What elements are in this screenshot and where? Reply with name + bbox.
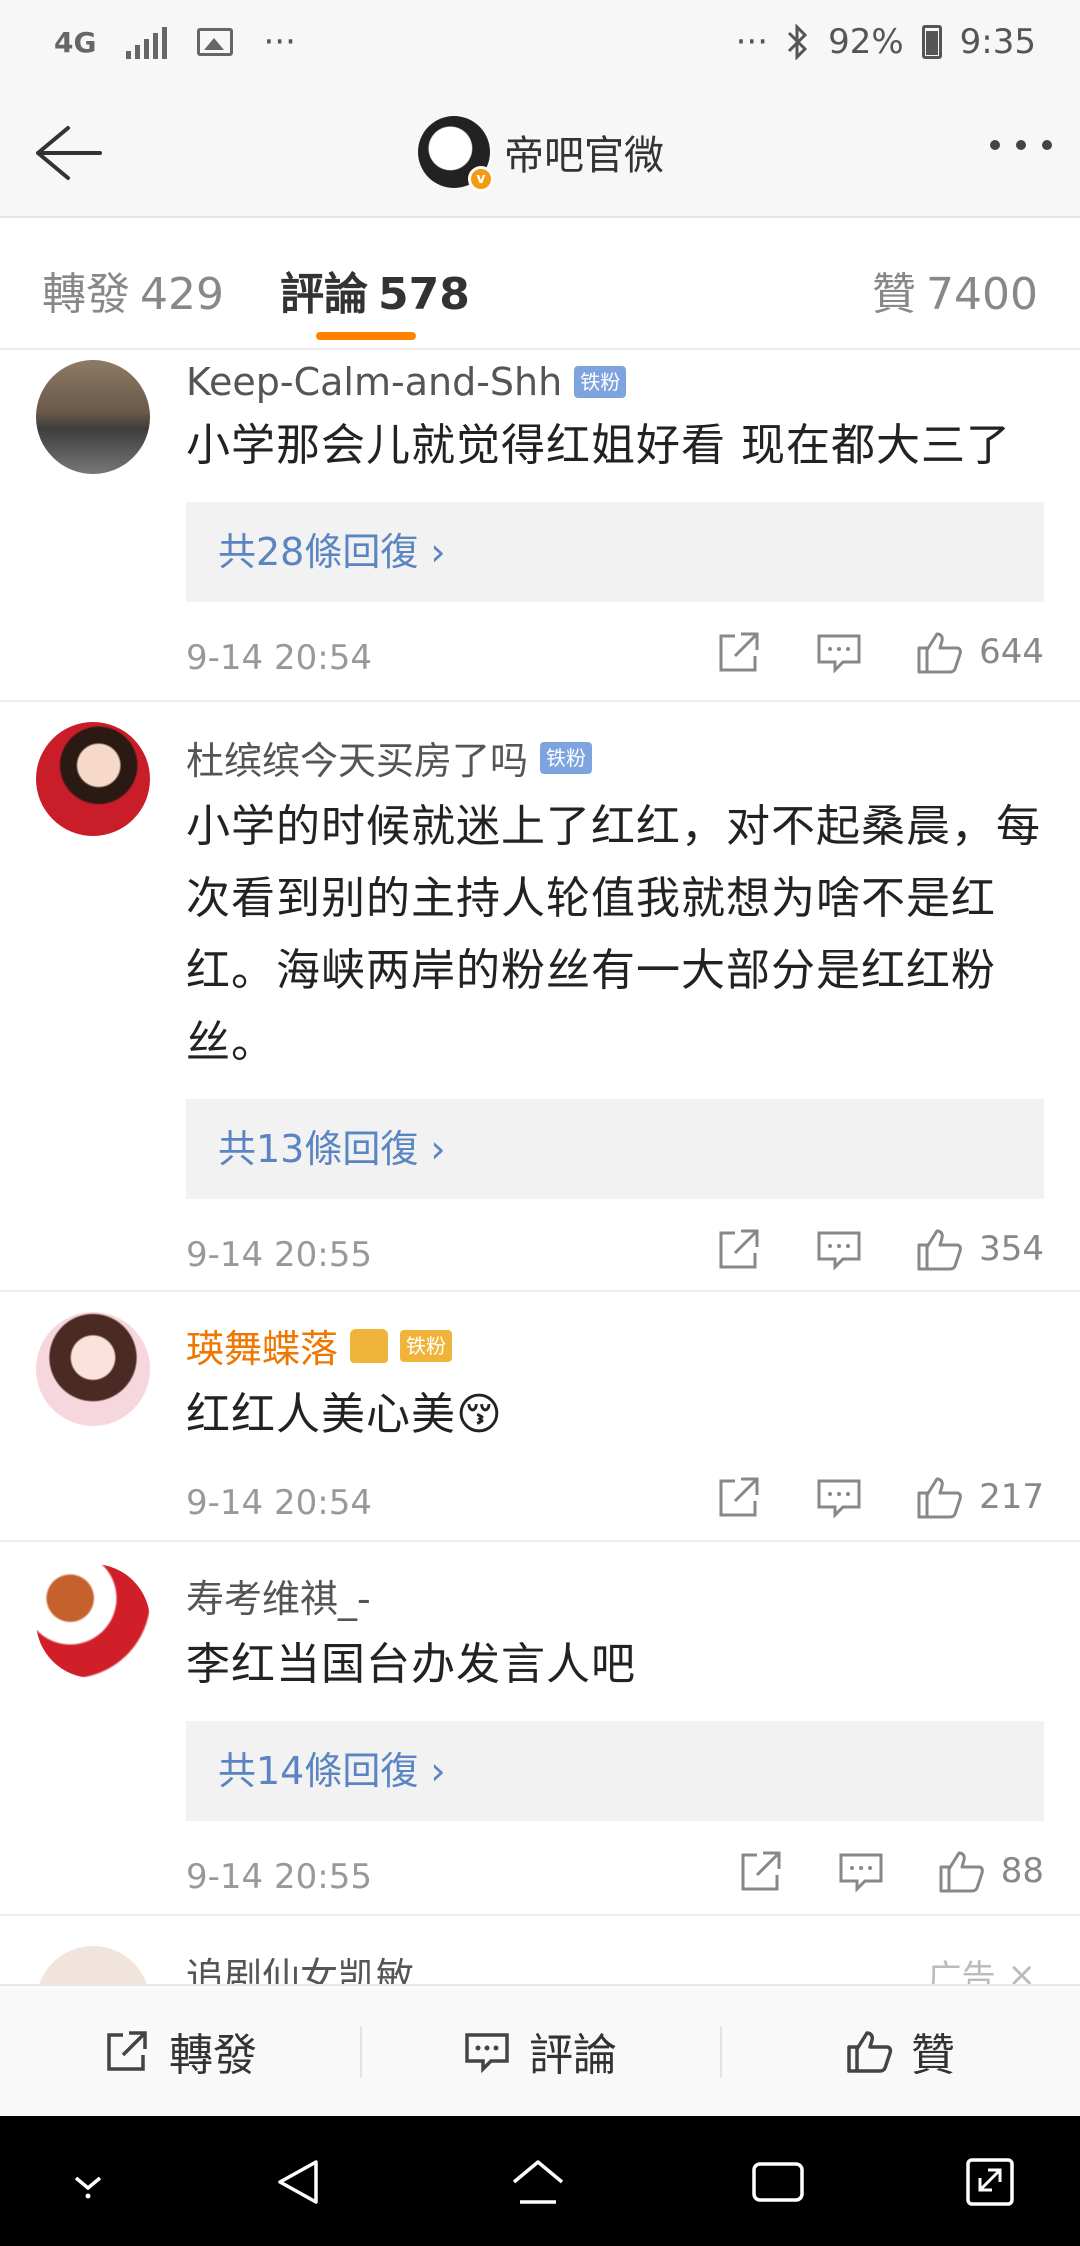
like-count: 354 <box>979 1229 1044 1269</box>
tab-bar: 轉發 429 評論 578 贊 7400 <box>0 220 1080 350</box>
repost-label: 轉發 <box>169 2030 257 2081</box>
tab-comments-count: 578 <box>378 269 470 320</box>
user-name[interactable]: 瑛舞蝶落 <box>186 1318 338 1373</box>
thumbs-up-icon <box>917 632 962 674</box>
thumbs-up-icon <box>917 1477 962 1519</box>
user-avatar[interactable] <box>36 722 150 836</box>
comment-text: 小学那会儿就觉得红姐好看 现在都大三了 <box>186 420 1011 471</box>
like-button[interactable]: 644 <box>915 628 1044 676</box>
tab-reposts-label: 轉發 <box>42 269 130 320</box>
comment-text: 小学的时候就迷上了红红，对不起桑晨，每次看到别的主持人轮值我就想为啥不是红红。海… <box>186 801 1041 1068</box>
nav-home-icon[interactable] <box>510 2156 566 2208</box>
back-arrow-icon[interactable] <box>28 118 106 188</box>
comment-time: 9-14 20:54 <box>186 638 372 678</box>
bottom-action-bar: 轉發 評論 贊 <box>0 1984 1080 2116</box>
ad-item: 追剧仙女凯敏 广告 × <box>0 1918 1080 1984</box>
ad-avatar[interactable] <box>36 1946 150 1984</box>
share-icon[interactable] <box>715 1473 763 1521</box>
nav-recents-icon[interactable] <box>750 2156 806 2208</box>
like-label: 贊 <box>911 2030 955 2081</box>
vip-crown-icon <box>350 1328 389 1363</box>
comment-text: 红红人美心美😚 <box>186 1389 503 1440</box>
comment-item: 瑛舞蝶落 铁粉 红红人美心美😚 9-14 20:54 217 <box>0 1292 1080 1542</box>
user-name[interactable]: Keep-Calm-and-Shh <box>186 360 562 404</box>
comment-item: 寿考维祺_- 李红当国台办发言人吧 共14條回復 › 9-14 20:55 88 <box>0 1542 1080 1916</box>
comment-icon[interactable] <box>837 1847 885 1895</box>
comment-time: 9-14 20:54 <box>186 1483 372 1523</box>
user-name[interactable]: 杜缤缤今天买房了吗 <box>186 730 528 785</box>
tab-comments-label: 評論 <box>280 269 368 320</box>
user-avatar[interactable] <box>36 1312 150 1426</box>
like-button[interactable]: 354 <box>915 1225 1044 1273</box>
user-avatar[interactable] <box>36 360 150 474</box>
comment-list: Keep-Calm-and-Shh 铁粉 小学那会儿就觉得红姐好看 现在都大三了… <box>0 352 1080 1916</box>
tab-likes-count: 7400 <box>926 269 1038 320</box>
more-notifications-icon: ··· <box>263 22 296 62</box>
share-icon[interactable] <box>715 628 763 676</box>
image-notification-icon <box>197 28 234 56</box>
battery-icon <box>921 25 942 59</box>
comment-item: 杜缤缤今天买房了吗 铁粉 小学的时候就迷上了红红，对不起桑晨，每次看到别的主持人… <box>0 702 1080 1292</box>
repost-icon <box>107 2031 147 2071</box>
fan-badge: 铁粉 <box>400 1329 453 1362</box>
comment-time: 9-14 20:55 <box>186 1235 372 1275</box>
title-bar: v 帝吧官微 <box>0 88 1080 218</box>
like-count: 644 <box>979 632 1044 672</box>
clock: 9:35 <box>959 22 1036 62</box>
nav-hide-icon[interactable] <box>60 2156 116 2208</box>
page-title: 帝吧官微 <box>504 133 664 179</box>
nav-expand-icon[interactable] <box>962 2156 1018 2208</box>
account-title[interactable]: v 帝吧官微 <box>418 116 664 192</box>
tab-comments[interactable]: 評論 578 <box>280 258 470 322</box>
thumbs-up-icon <box>917 1229 962 1271</box>
battery-percent: 92% <box>828 22 904 62</box>
share-icon[interactable] <box>715 1225 763 1273</box>
signal-icon <box>126 25 168 59</box>
system-nav-bar <box>0 2116 1080 2246</box>
comment-icon[interactable] <box>815 1225 863 1273</box>
tab-likes[interactable]: 贊 7400 <box>872 258 1038 322</box>
user-avatar[interactable] <box>36 1564 150 1678</box>
like-button[interactable]: 217 <box>915 1473 1044 1521</box>
nav-back-icon[interactable] <box>272 2156 328 2208</box>
thumbs-up-icon <box>939 1851 984 1893</box>
more-status-icon: ··· <box>735 22 769 62</box>
comment-icon[interactable] <box>815 628 863 676</box>
share-icon[interactable] <box>737 1847 785 1895</box>
like-count: 217 <box>979 1477 1044 1517</box>
comment-label: 評論 <box>529 2030 617 2081</box>
tab-reposts-count: 429 <box>140 269 224 320</box>
comment-text: 李红当国台办发言人吧 <box>186 1639 636 1690</box>
tab-reposts[interactable]: 轉發 429 <box>42 258 224 322</box>
verified-icon: v <box>468 166 494 192</box>
like-action-button[interactable]: 贊 <box>720 1986 1080 2116</box>
comment-button[interactable]: 評論 <box>360 1986 720 2116</box>
ad-label: 广告 <box>927 1958 996 1984</box>
status-bar: 4G ··· ··· 92% 9:35 <box>0 0 1080 88</box>
like-button[interactable]: 88 <box>937 1847 1044 1895</box>
ad-close-icon[interactable]: × <box>1008 1955 1037 1985</box>
ad-user-name[interactable]: 追剧仙女凯敏 <box>186 1946 414 1984</box>
comment-item: Keep-Calm-and-Shh 铁粉 小学那会儿就觉得红姐好看 现在都大三了… <box>0 352 1080 702</box>
comment-icon <box>465 2033 509 2074</box>
fan-badge: 铁粉 <box>540 741 593 774</box>
comment-icon[interactable] <box>815 1473 863 1521</box>
more-options-icon[interactable] <box>990 140 1052 150</box>
fan-badge: 铁粉 <box>574 366 627 398</box>
bluetooth-icon <box>788 24 808 60</box>
like-count: 88 <box>1000 1851 1044 1891</box>
repost-button[interactable]: 轉發 <box>0 1986 360 2116</box>
active-tab-indicator <box>316 332 416 340</box>
thumbs-up-icon <box>847 2031 893 2073</box>
replies-link[interactable]: 共28條回復 › <box>186 502 1044 602</box>
comment-time: 9-14 20:55 <box>186 1857 372 1897</box>
user-name[interactable]: 寿考维祺_- <box>186 1568 371 1623</box>
account-avatar[interactable]: v <box>418 116 494 192</box>
replies-link[interactable]: 共14條回復 › <box>186 1721 1044 1821</box>
replies-link[interactable]: 共13條回復 › <box>186 1099 1044 1199</box>
network-indicator: 4G <box>54 25 97 59</box>
tab-likes-label: 贊 <box>872 269 917 320</box>
